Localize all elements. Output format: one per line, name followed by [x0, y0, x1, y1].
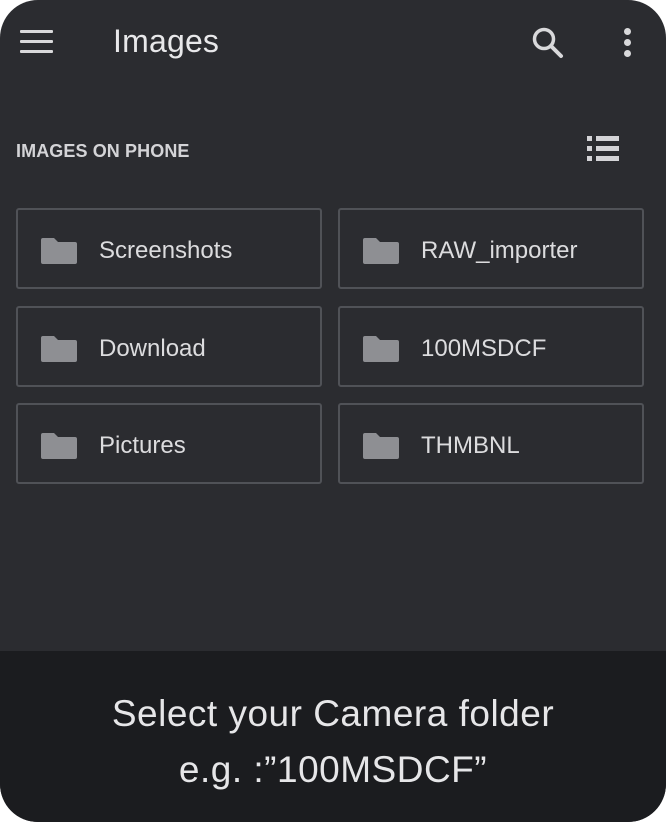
folder-item-screenshots[interactable]: Screenshots	[16, 208, 322, 289]
folder-icon	[363, 336, 399, 362]
instruction-caption: Select your Camera folder e.g. :”100MSDC…	[0, 651, 666, 822]
folder-item-100msdcf[interactable]: 100MSDCF	[338, 306, 644, 387]
folder-label: Download	[99, 335, 206, 362]
folder-label: 100MSDCF	[421, 335, 547, 362]
folder-item-raw-importer[interactable]: RAW_importer	[338, 208, 644, 289]
folder-label: THMBNL	[421, 432, 520, 459]
folder-icon	[363, 433, 399, 459]
folder-icon	[41, 238, 77, 264]
more-vertical-icon[interactable]	[618, 26, 638, 60]
folder-item-download[interactable]: Download	[16, 306, 322, 387]
caption-line-1: Select your Camera folder	[111, 693, 555, 734]
section-title: IMAGES ON PHONE	[16, 141, 190, 161]
folder-label: RAW_importer	[421, 237, 578, 264]
folder-icon	[41, 433, 77, 459]
folder-item-pictures[interactable]: Pictures	[16, 403, 322, 484]
caption-line-2: e.g. :”100MSDCF”	[178, 749, 488, 790]
phone-screen: Images IMAGES ON PHONE Screenshots RAW_i…	[0, 0, 666, 822]
folder-label: Pictures	[99, 432, 186, 459]
app-title: Images	[113, 23, 220, 59]
menu-icon[interactable]	[20, 30, 53, 54]
folder-item-thmbnl[interactable]: THMBNL	[338, 403, 644, 484]
top-app-bar: Images	[0, 0, 666, 86]
search-icon[interactable]	[531, 26, 565, 60]
folder-icon	[41, 336, 77, 362]
folder-icon	[363, 238, 399, 264]
list-view-icon[interactable]	[587, 136, 619, 162]
folder-label: Screenshots	[99, 237, 233, 264]
